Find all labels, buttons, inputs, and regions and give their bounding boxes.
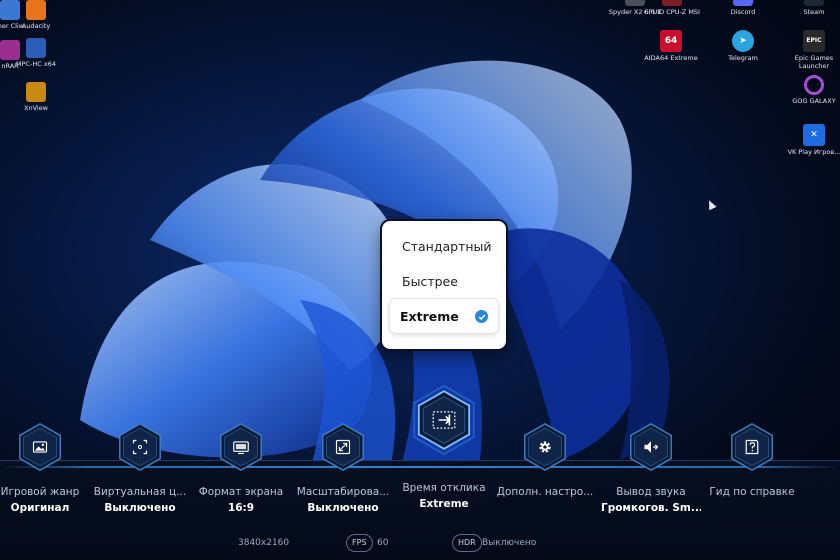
setting-value: Extreme xyxy=(419,498,469,510)
fps-value: 60 xyxy=(377,538,389,548)
setting-label: Гид по справке xyxy=(709,486,795,498)
desktop-icon-audacity[interactable]: Audacity xyxy=(8,0,64,30)
setting-label: Время отклика xyxy=(402,482,486,494)
setting-tile-game-genre[interactable]: Игровой жанр Оригинал xyxy=(0,418,90,528)
app-icon xyxy=(804,0,824,6)
dropdown-option-label: Extreme xyxy=(400,308,459,324)
resolution-readout: 3840x2160 xyxy=(238,538,290,548)
desktop-icon-label: Steam xyxy=(803,8,825,16)
setting-tile-sound-output[interactable]: Вывод звука Громкогов. Sm... xyxy=(601,418,701,528)
desktop-icon-label: Audacity xyxy=(21,22,51,30)
desktop-icon-label: MPC-HC x64 xyxy=(15,60,57,68)
setting-hex-button[interactable] xyxy=(14,418,66,476)
setting-value: Громкогов. Sm... xyxy=(601,502,701,514)
app-icon xyxy=(662,0,682,6)
desktop-icon-label: VK Play Игров... xyxy=(787,148,840,156)
setting-value: Выключено xyxy=(104,502,176,514)
desktop-icon-discord[interactable]: Discord xyxy=(715,0,771,16)
setting-label: Масштабирова... xyxy=(296,486,390,498)
setting-label: Вывод звука xyxy=(616,486,686,498)
app-icon xyxy=(26,38,46,58)
gog-galaxy-icon xyxy=(804,75,824,95)
dropdown-option-standard[interactable]: Стандартный xyxy=(388,229,500,263)
dropdown-option-extreme[interactable]: Extreme xyxy=(390,299,498,333)
dropdown-option-faster[interactable]: Быстрее xyxy=(388,264,500,298)
desktop-icon-gog[interactable]: GOG GALAXY xyxy=(786,75,840,105)
setting-tile-virtual-crosshair[interactable]: Виртуальная ц... Выключено xyxy=(90,418,190,528)
desktop-icon-telegram[interactable]: ➤ Telegram xyxy=(715,30,771,62)
setting-hex-button[interactable] xyxy=(411,384,477,456)
desktop-icon-label: Discord xyxy=(730,8,756,16)
setting-tile-advanced-settings[interactable]: Дополн. настро... xyxy=(495,418,595,528)
vk-play-icon: ✕ xyxy=(803,124,825,146)
response-time-dropdown[interactable]: Стандартный Быстрее Extreme xyxy=(382,221,506,349)
setting-hex-button[interactable] xyxy=(114,418,166,476)
setting-hex-button[interactable] xyxy=(625,418,677,476)
desktop-icon-mpc-hc[interactable]: MPC-HC x64 xyxy=(8,38,64,68)
setting-tile-response-time[interactable]: Время отклика Extreme xyxy=(394,384,494,510)
setting-value: Выключено xyxy=(307,502,379,514)
desktop-icon-steam[interactable]: Steam xyxy=(786,0,840,16)
desktop-icon-epic[interactable]: EPIC Epic Games Launcher xyxy=(786,30,840,70)
setting-value: Оригинал xyxy=(10,502,70,514)
desktop-icon-label: AIDA64 Extreme xyxy=(644,54,698,62)
setting-tile-help-guide[interactable]: Гид по справке xyxy=(702,418,802,528)
checkmark-icon xyxy=(475,310,488,323)
setting-label: Виртуальная ц... xyxy=(93,486,187,498)
desktop-icon-cpuz[interactable]: CPUID CPU-Z MSI xyxy=(644,0,700,16)
app-icon xyxy=(733,0,753,6)
setting-tile-screen-format[interactable]: Формат экрана 16:9 xyxy=(191,418,291,528)
telegram-icon: ➤ xyxy=(732,30,754,52)
aida64-icon: 64 xyxy=(660,30,682,52)
desktop-icon-aida64[interactable]: 64 AIDA64 Extreme xyxy=(643,30,699,62)
setting-label: Дополн. настро... xyxy=(496,486,594,498)
status-bar: 3840x2160 FPS 60 HDR Выключено xyxy=(0,534,840,554)
epic-games-icon: EPIC xyxy=(803,30,825,52)
setting-label: Игровой жанр xyxy=(0,486,80,498)
setting-hex-button[interactable] xyxy=(215,418,267,476)
desktop-icon-label: GOG GALAXY xyxy=(792,97,836,105)
setting-label: Формат экрана xyxy=(198,486,284,498)
hdr-value: Выключено xyxy=(482,538,537,548)
desktop-icon-label: XnView xyxy=(24,104,48,112)
setting-tile-scaling[interactable]: Масштабирова... Выключено xyxy=(293,418,393,528)
desktop-icon-label: Telegram xyxy=(728,54,758,62)
desktop-icon-vkplay[interactable]: ✕ VK Play Игров... xyxy=(786,124,840,156)
setting-hex-button[interactable] xyxy=(317,418,369,476)
hdr-badge: HDR xyxy=(452,534,482,552)
desktop-icon-label: CPUID CPU-Z MSI xyxy=(644,8,700,16)
desktop-icon-xnview[interactable]: XnView xyxy=(8,82,64,112)
app-icon xyxy=(625,0,645,6)
desktop-icon-label: Epic Games Launcher xyxy=(794,54,834,70)
setting-value: 16:9 xyxy=(227,502,255,514)
setting-hex-button[interactable] xyxy=(726,418,778,476)
fps-badge: FPS xyxy=(346,534,373,552)
app-icon xyxy=(26,82,46,102)
app-icon xyxy=(26,0,46,20)
wallpaper-bloom xyxy=(80,60,670,470)
setting-hex-button[interactable] xyxy=(519,418,571,476)
